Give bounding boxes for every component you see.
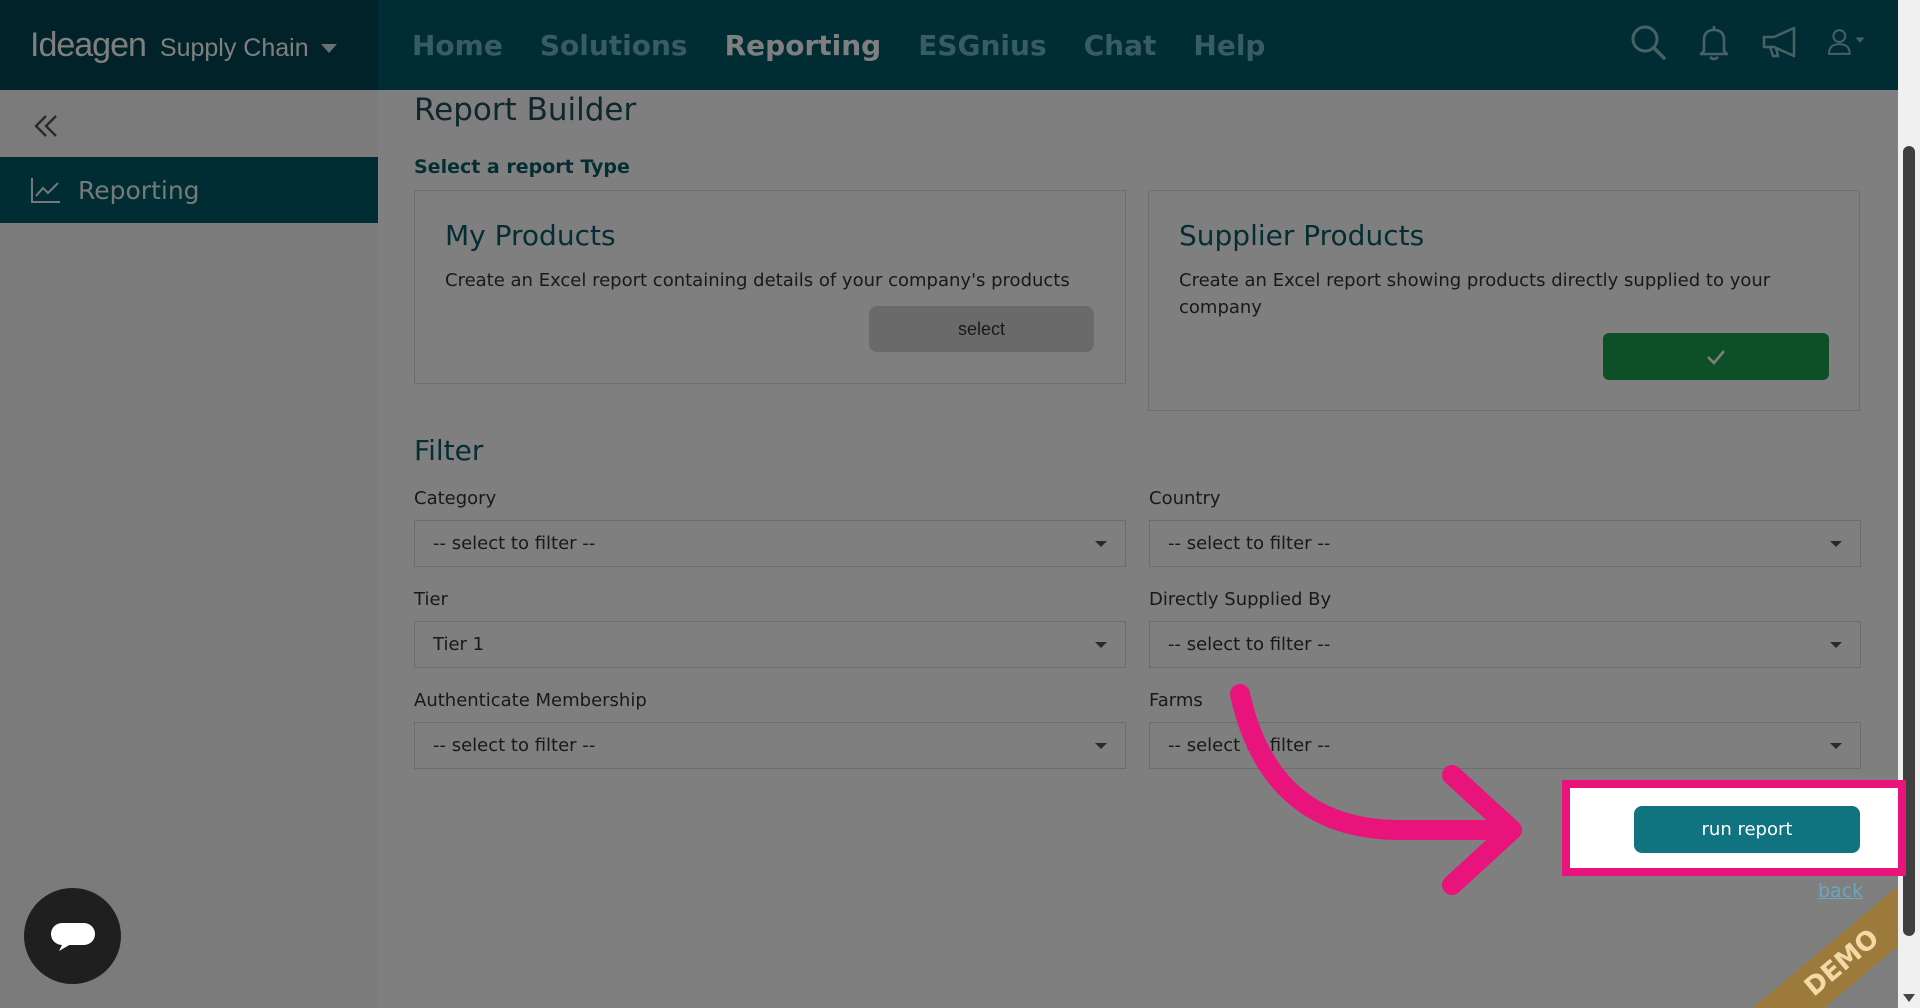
card-description: Create an Excel report containing detail… bbox=[445, 270, 1070, 291]
select-value: -- select to filter -- bbox=[433, 735, 596, 756]
card-title: Supplier Products bbox=[1179, 219, 1425, 252]
filter-directly-supplied-by-select[interactable]: -- select to filter -- bbox=[1149, 621, 1861, 668]
filter-label-country: Country bbox=[1149, 488, 1221, 509]
card-title: My Products bbox=[445, 219, 616, 252]
filter-title: Filter bbox=[414, 434, 484, 467]
card-description: Create an Excel report showing products … bbox=[1179, 270, 1771, 318]
select-value: -- select to filter -- bbox=[433, 533, 596, 554]
select-my-products-button[interactable]: select bbox=[869, 306, 1094, 352]
checkmark-icon bbox=[1707, 349, 1725, 365]
nav-item-esgnius[interactable]: ESGnius bbox=[918, 29, 1046, 62]
nav-item-home[interactable]: Home bbox=[412, 29, 503, 62]
caret-down-icon bbox=[1095, 642, 1107, 648]
nav-item-solutions[interactable]: Solutions bbox=[540, 29, 688, 62]
main-nav: Home Solutions Reporting ESGnius Chat He… bbox=[412, 0, 1302, 90]
chart-line-icon bbox=[31, 178, 60, 203]
back-link[interactable]: back bbox=[1818, 880, 1863, 902]
tutorial-highlight-box bbox=[1562, 780, 1906, 876]
filter-label-authenticate-membership: Authenticate Membership bbox=[414, 690, 647, 711]
collapse-sidebar-icon[interactable] bbox=[30, 110, 62, 142]
bell-icon[interactable] bbox=[1692, 20, 1736, 64]
select-value: Tier 1 bbox=[433, 634, 485, 655]
nav-item-help[interactable]: Help bbox=[1193, 29, 1265, 62]
chat-icon bbox=[50, 923, 95, 951]
scroll-down-arrow-icon[interactable] bbox=[1903, 994, 1915, 1002]
tutorial-arrow-icon bbox=[1230, 684, 1522, 895]
filter-label-directly-supplied-by: Directly Supplied By bbox=[1149, 589, 1332, 610]
report-type-card-my-products: My Products Create an Excel report conta… bbox=[414, 190, 1126, 384]
caret-down-icon bbox=[1095, 743, 1107, 749]
sidebar-item-label: Reporting bbox=[78, 175, 200, 205]
select-value: -- select to filter -- bbox=[1168, 634, 1331, 655]
filter-label-farms: Farms bbox=[1149, 690, 1203, 711]
user-icon[interactable] bbox=[1824, 20, 1868, 64]
nav-item-chat[interactable]: Chat bbox=[1084, 29, 1157, 62]
brand-product-name: Supply Chain bbox=[159, 33, 309, 62]
caret-down-icon bbox=[1830, 743, 1842, 749]
chevron-down-icon bbox=[320, 43, 337, 53]
filter-tier-select[interactable]: Tier 1 bbox=[414, 621, 1126, 668]
filter-country-select[interactable]: -- select to filter -- bbox=[1149, 520, 1861, 567]
report-type-card-supplier-products: Supplier Products Create an Excel report… bbox=[1148, 190, 1860, 411]
filter-authenticate-membership-select[interactable]: -- select to filter -- bbox=[414, 722, 1126, 769]
brand-switcher[interactable]: Ideagen Supply Chain bbox=[0, 0, 378, 90]
select-value: -- select to filter -- bbox=[1168, 533, 1331, 554]
sidebar-item-reporting[interactable]: Reporting bbox=[0, 157, 378, 223]
filter-label-tier: Tier bbox=[414, 589, 448, 610]
top-navigation-bar: Ideagen Supply Chain Home Solutions Repo… bbox=[0, 0, 1898, 90]
caret-down-icon bbox=[1830, 642, 1842, 648]
chat-widget-button[interactable] bbox=[24, 888, 121, 984]
nav-item-reporting[interactable]: Reporting bbox=[725, 29, 882, 62]
sidebar: Reporting bbox=[0, 90, 378, 1008]
header-icons bbox=[1626, 20, 1868, 64]
supplier-products-selected-button[interactable] bbox=[1603, 333, 1829, 380]
page-title: Report Builder bbox=[414, 92, 637, 128]
caret-down-icon bbox=[1830, 541, 1842, 547]
caret-down-icon bbox=[1095, 541, 1107, 547]
brand-logo: Ideagen bbox=[30, 25, 147, 64]
filter-label-category: Category bbox=[414, 488, 497, 509]
filter-category-select[interactable]: -- select to filter -- bbox=[414, 520, 1126, 567]
search-icon[interactable] bbox=[1626, 20, 1670, 64]
megaphone-icon[interactable] bbox=[1758, 20, 1802, 64]
report-type-label: Select a report Type bbox=[414, 156, 630, 178]
